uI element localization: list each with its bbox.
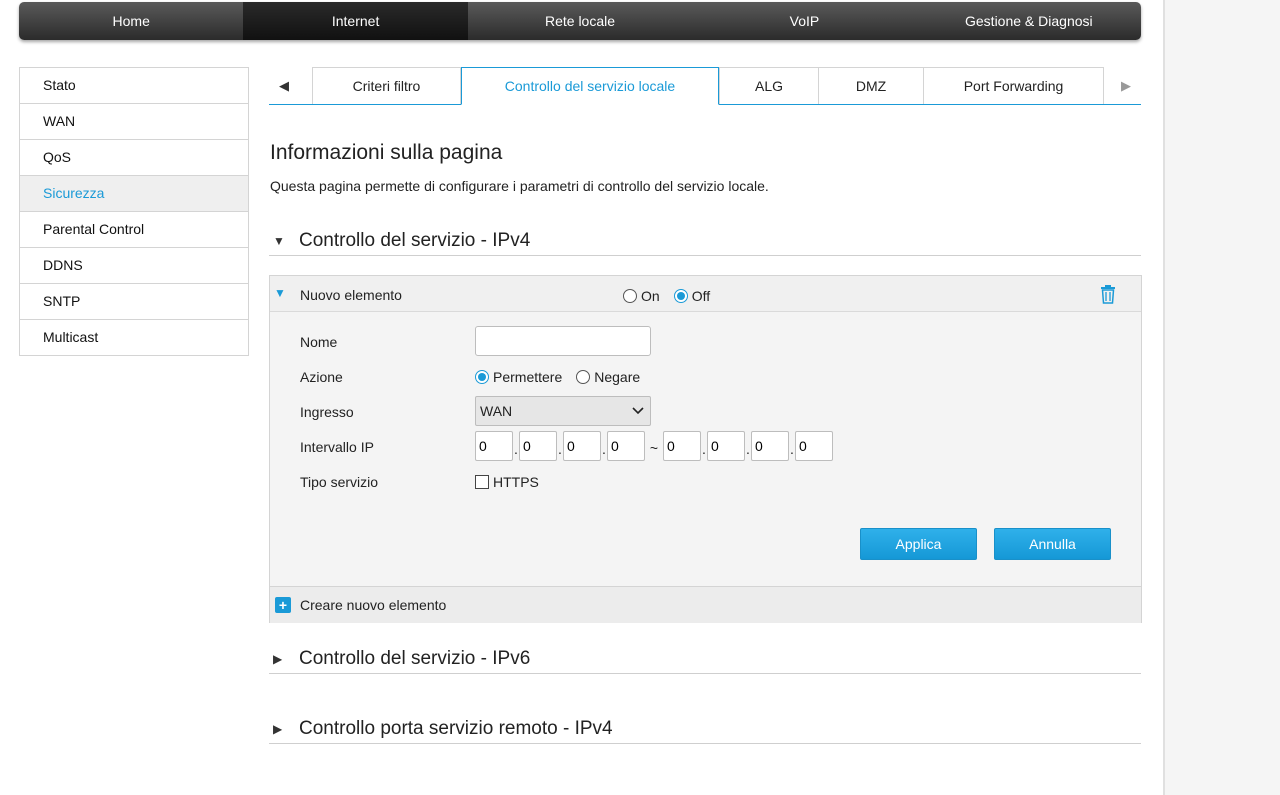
ip-start-octet-2[interactable] <box>519 431 557 461</box>
tab-controllo-servizio-locale[interactable]: Controllo del servizio locale <box>461 67 719 105</box>
ip-range-tilde: ~ <box>649 440 659 456</box>
on-off-toggle: On Off <box>623 288 710 304</box>
plus-icon: + <box>275 597 291 613</box>
sidebar-item-stato[interactable]: Stato <box>20 68 248 104</box>
ip-start-octet-1[interactable] <box>475 431 513 461</box>
chevron-down-icon <box>632 407 644 415</box>
tab-dmz[interactable]: DMZ <box>818 67 924 104</box>
allow-label: Permettere <box>493 369 563 385</box>
tab-alg[interactable]: ALG <box>719 67 819 104</box>
section-ipv6-header[interactable]: ▶ Controllo del servizio - IPv6 <box>269 644 1141 674</box>
collapse-triangle-icon[interactable]: ▼ <box>274 286 286 300</box>
nav-home[interactable]: Home <box>19 2 243 40</box>
ingress-label: Ingresso <box>300 404 354 420</box>
ip-range-label: Intervallo IP <box>300 439 374 455</box>
off-radio[interactable] <box>673 289 688 303</box>
create-new-entry[interactable]: + Creare nuovo elemento <box>270 586 1141 623</box>
off-label: Off <box>691 288 711 304</box>
name-label: Nome <box>300 334 338 350</box>
expanded-triangle-icon: ▼ <box>273 233 285 248</box>
nav-voip[interactable]: VoIP <box>692 2 916 40</box>
entry-title: Nuovo elemento <box>300 287 402 303</box>
collapsed-triangle-icon: ▶ <box>273 651 283 666</box>
nav-rete-locale[interactable]: Rete locale <box>468 2 692 40</box>
action-label: Azione <box>300 369 343 385</box>
ingress-select[interactable]: WAN <box>475 396 651 426</box>
sidebar-item-parental-control[interactable]: Parental Control <box>20 212 248 248</box>
ip-end-octet-1[interactable] <box>663 431 701 461</box>
on-radio[interactable] <box>623 289 637 303</box>
right-gutter <box>1163 0 1280 795</box>
nav-gestione-diagnosi[interactable]: Gestione & Diagnosi <box>917 2 1141 40</box>
create-new-label: Creare nuovo elemento <box>300 597 447 613</box>
https-checkbox[interactable] <box>475 475 489 489</box>
sidebar-item-qos[interactable]: QoS <box>20 140 248 176</box>
section-remote-header[interactable]: ▶ Controllo porta servizio remoto - IPv4 <box>269 714 1141 744</box>
nav-internet[interactable]: Internet <box>243 2 468 40</box>
sidebar-item-wan[interactable]: WAN <box>20 104 248 140</box>
sidebar-item-sicurezza[interactable]: Sicurezza <box>20 176 248 212</box>
sidebar-item-multicast[interactable]: Multicast <box>20 320 248 356</box>
section-ipv4-header[interactable]: ▼ Controllo del servizio - IPv4 <box>269 226 1141 256</box>
section-remote-title: Controllo porta servizio remoto - IPv4 <box>299 717 613 739</box>
https-label: HTTPS <box>493 474 539 490</box>
entry-header: ▼ Nuovo elemento On Off <box>270 276 1141 312</box>
sidebar: Stato WAN QoS Sicurezza Parental Control… <box>19 67 249 356</box>
entry-panel: ▼ Nuovo elemento On Off Nome Azione Perm… <box>269 275 1142 623</box>
collapsed-triangle-icon: ▶ <box>273 721 283 736</box>
page-title: Informazioni sulla pagina <box>270 141 503 164</box>
service-type-label: Tipo servizio <box>300 474 379 490</box>
ip-start-octet-4[interactable] <box>607 431 645 461</box>
ip-end-octet-3[interactable] <box>751 431 789 461</box>
ip-start-octet-3[interactable] <box>563 431 601 461</box>
deny-label: Negare <box>594 369 641 385</box>
cancel-button[interactable]: Annulla <box>994 528 1111 560</box>
tab-port-forwarding[interactable]: Port Forwarding <box>923 67 1104 104</box>
section-ipv6-title: Controllo del servizio - IPv6 <box>299 647 531 669</box>
trash-icon[interactable] <box>1099 284 1117 304</box>
ip-end-octet-2[interactable] <box>707 431 745 461</box>
action-radio-group: Permettere Negare <box>475 369 640 385</box>
tab-criteri-filtro[interactable]: Criteri filtro <box>312 67 461 104</box>
https-option: HTTPS <box>475 474 539 490</box>
apply-button[interactable]: Applica <box>860 528 977 560</box>
ingress-selected-value: WAN <box>480 403 513 419</box>
name-input[interactable] <box>475 326 651 356</box>
sidebar-item-ddns[interactable]: DDNS <box>20 248 248 284</box>
ip-range-fields: . . . ~ . . . <box>475 431 833 461</box>
on-label: On <box>641 288 660 304</box>
tab-scroll-right-icon[interactable]: ▶ <box>1111 67 1141 104</box>
allow-radio[interactable] <box>475 370 489 384</box>
sidebar-item-sntp[interactable]: SNTP <box>20 284 248 320</box>
deny-radio[interactable] <box>576 370 591 384</box>
page-description: Questa pagina permette di configurare i … <box>270 178 769 194</box>
tab-bar: ◀ Criteri filtro Controllo del servizio … <box>269 67 1141 105</box>
ip-end-octet-4[interactable] <box>795 431 833 461</box>
section-ipv4-title: Controllo del servizio - IPv4 <box>299 229 531 251</box>
tab-scroll-left-icon[interactable]: ◀ <box>269 67 299 104</box>
top-navigation: Home Internet Rete locale VoIP Gestione … <box>19 2 1141 40</box>
